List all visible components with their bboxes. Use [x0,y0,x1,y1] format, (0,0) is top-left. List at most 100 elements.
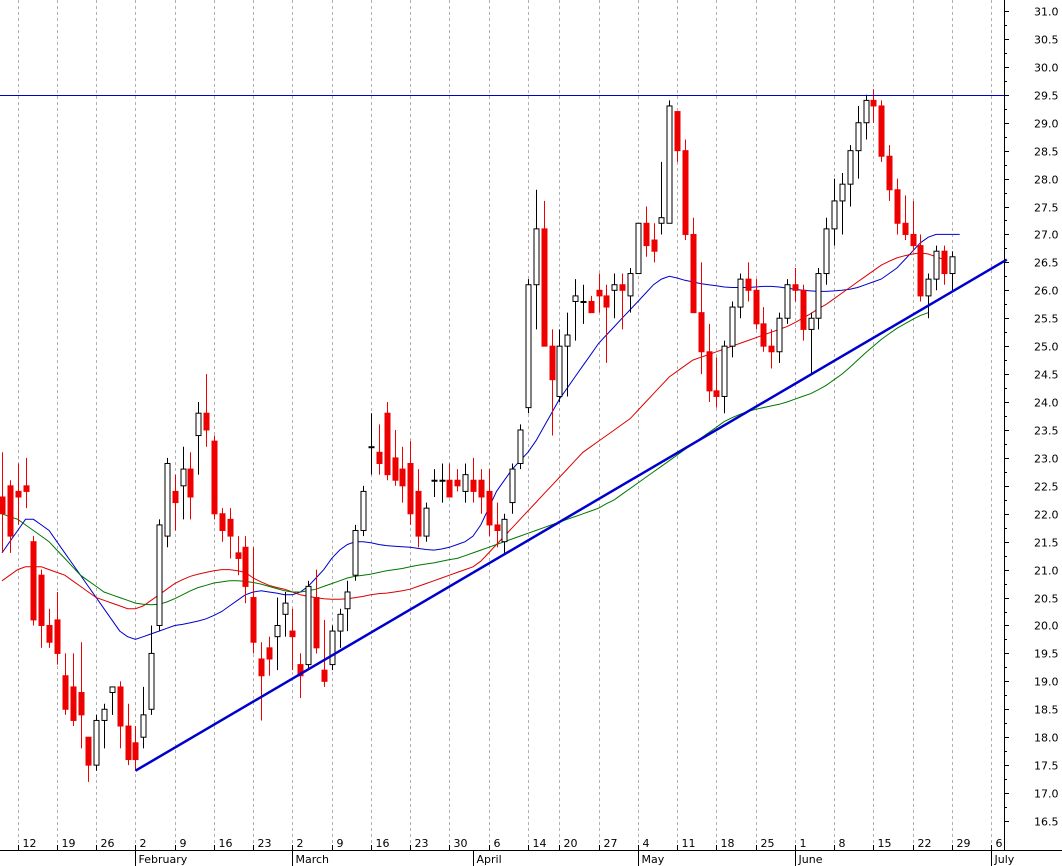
x-tick-label: 25 [761,837,775,850]
candle [415,469,422,548]
candle-body [360,490,367,532]
candle-body [917,245,924,297]
y-tick-label: 20.5 [1034,593,1059,606]
candle-body [729,306,736,347]
candle-body [219,513,226,532]
y-tick-label: 27.5 [1034,202,1059,215]
candlestick-series [0,89,956,782]
candle [156,519,163,632]
x-tick-label: 20 [564,837,578,850]
candle-body [70,686,77,721]
candle [501,513,508,553]
candle-body [580,300,587,303]
candle-body [870,99,877,107]
candle [140,686,147,749]
candle-body [289,630,296,638]
candle-body [85,736,92,766]
candle-body [30,541,37,621]
candle [352,524,359,581]
candle-body [847,150,854,185]
chart-axes: 16.5 17.0 17.5 18.0 18.5 19.0 19.5 20.0 20.5 21.0… [0,0,1062,866]
y-tick-label: 29.5 [1034,90,1059,103]
candle [274,597,281,671]
candle-body [78,692,85,716]
candle [101,703,108,749]
candle [651,223,658,263]
candle-body [619,284,626,291]
candle-body [486,490,493,526]
candle-body [878,105,885,157]
candle [894,178,901,235]
candle [109,686,116,715]
candle-body [776,317,783,353]
candle-body [784,284,791,319]
candle [666,100,673,224]
candle-body [698,312,705,353]
candle [219,508,226,542]
y-tick-label: 26.5 [1034,257,1059,270]
candle [580,284,587,324]
candle [85,736,92,782]
candle [925,273,932,319]
candle [910,200,917,252]
candle [533,189,540,330]
candle [54,591,61,665]
candle-body [274,624,281,638]
candle-body [446,479,453,498]
y-tick-label: 25.0 [1034,341,1059,354]
candle-body [886,155,893,191]
y-tick-label: 23.5 [1034,425,1059,438]
candle [737,273,744,319]
candle [30,536,37,626]
candle [337,608,344,648]
candle-body [470,479,477,492]
x-tick-label: 9 [337,837,344,850]
candle [407,441,414,525]
candle [784,279,791,324]
candle-body [266,647,273,660]
candle [180,446,187,520]
y-tick-label: 17.5 [1034,760,1059,773]
candle [423,502,430,542]
candle [902,195,909,241]
candle-body [258,658,265,677]
candle-body [172,490,179,504]
candle [289,608,296,671]
candle [870,89,877,123]
candle [282,591,289,637]
candle-body [925,278,932,297]
x-tick-label: 8 [839,837,846,850]
candle-body [572,295,579,302]
y-tick-label: 20.0 [1034,620,1059,633]
candle [344,580,351,632]
candle-body [344,591,351,610]
candle [195,402,202,475]
candle-body [93,719,100,766]
x-tick-label: 11 [682,837,696,850]
candle-body [384,412,391,476]
candle-body [235,552,242,559]
candle [242,536,249,604]
candle-body [54,619,61,654]
candle-body [46,624,53,643]
candle-body [863,99,870,124]
candle-body [407,462,414,515]
x-tick-label: 22 [918,837,932,850]
candle-body [431,479,438,482]
candle-body [15,490,22,498]
candle [572,279,579,341]
candle [596,273,603,313]
month-label: April [477,853,502,866]
candle-body [855,122,862,152]
candle [941,245,948,285]
candle [125,703,132,766]
candle [863,94,870,140]
candle [878,100,885,162]
candle-body [611,284,618,291]
candle-body [478,479,485,498]
candle-body [745,278,752,291]
candle [682,139,689,241]
candle [635,222,642,275]
candle [384,402,391,481]
month-label: May [642,853,665,866]
